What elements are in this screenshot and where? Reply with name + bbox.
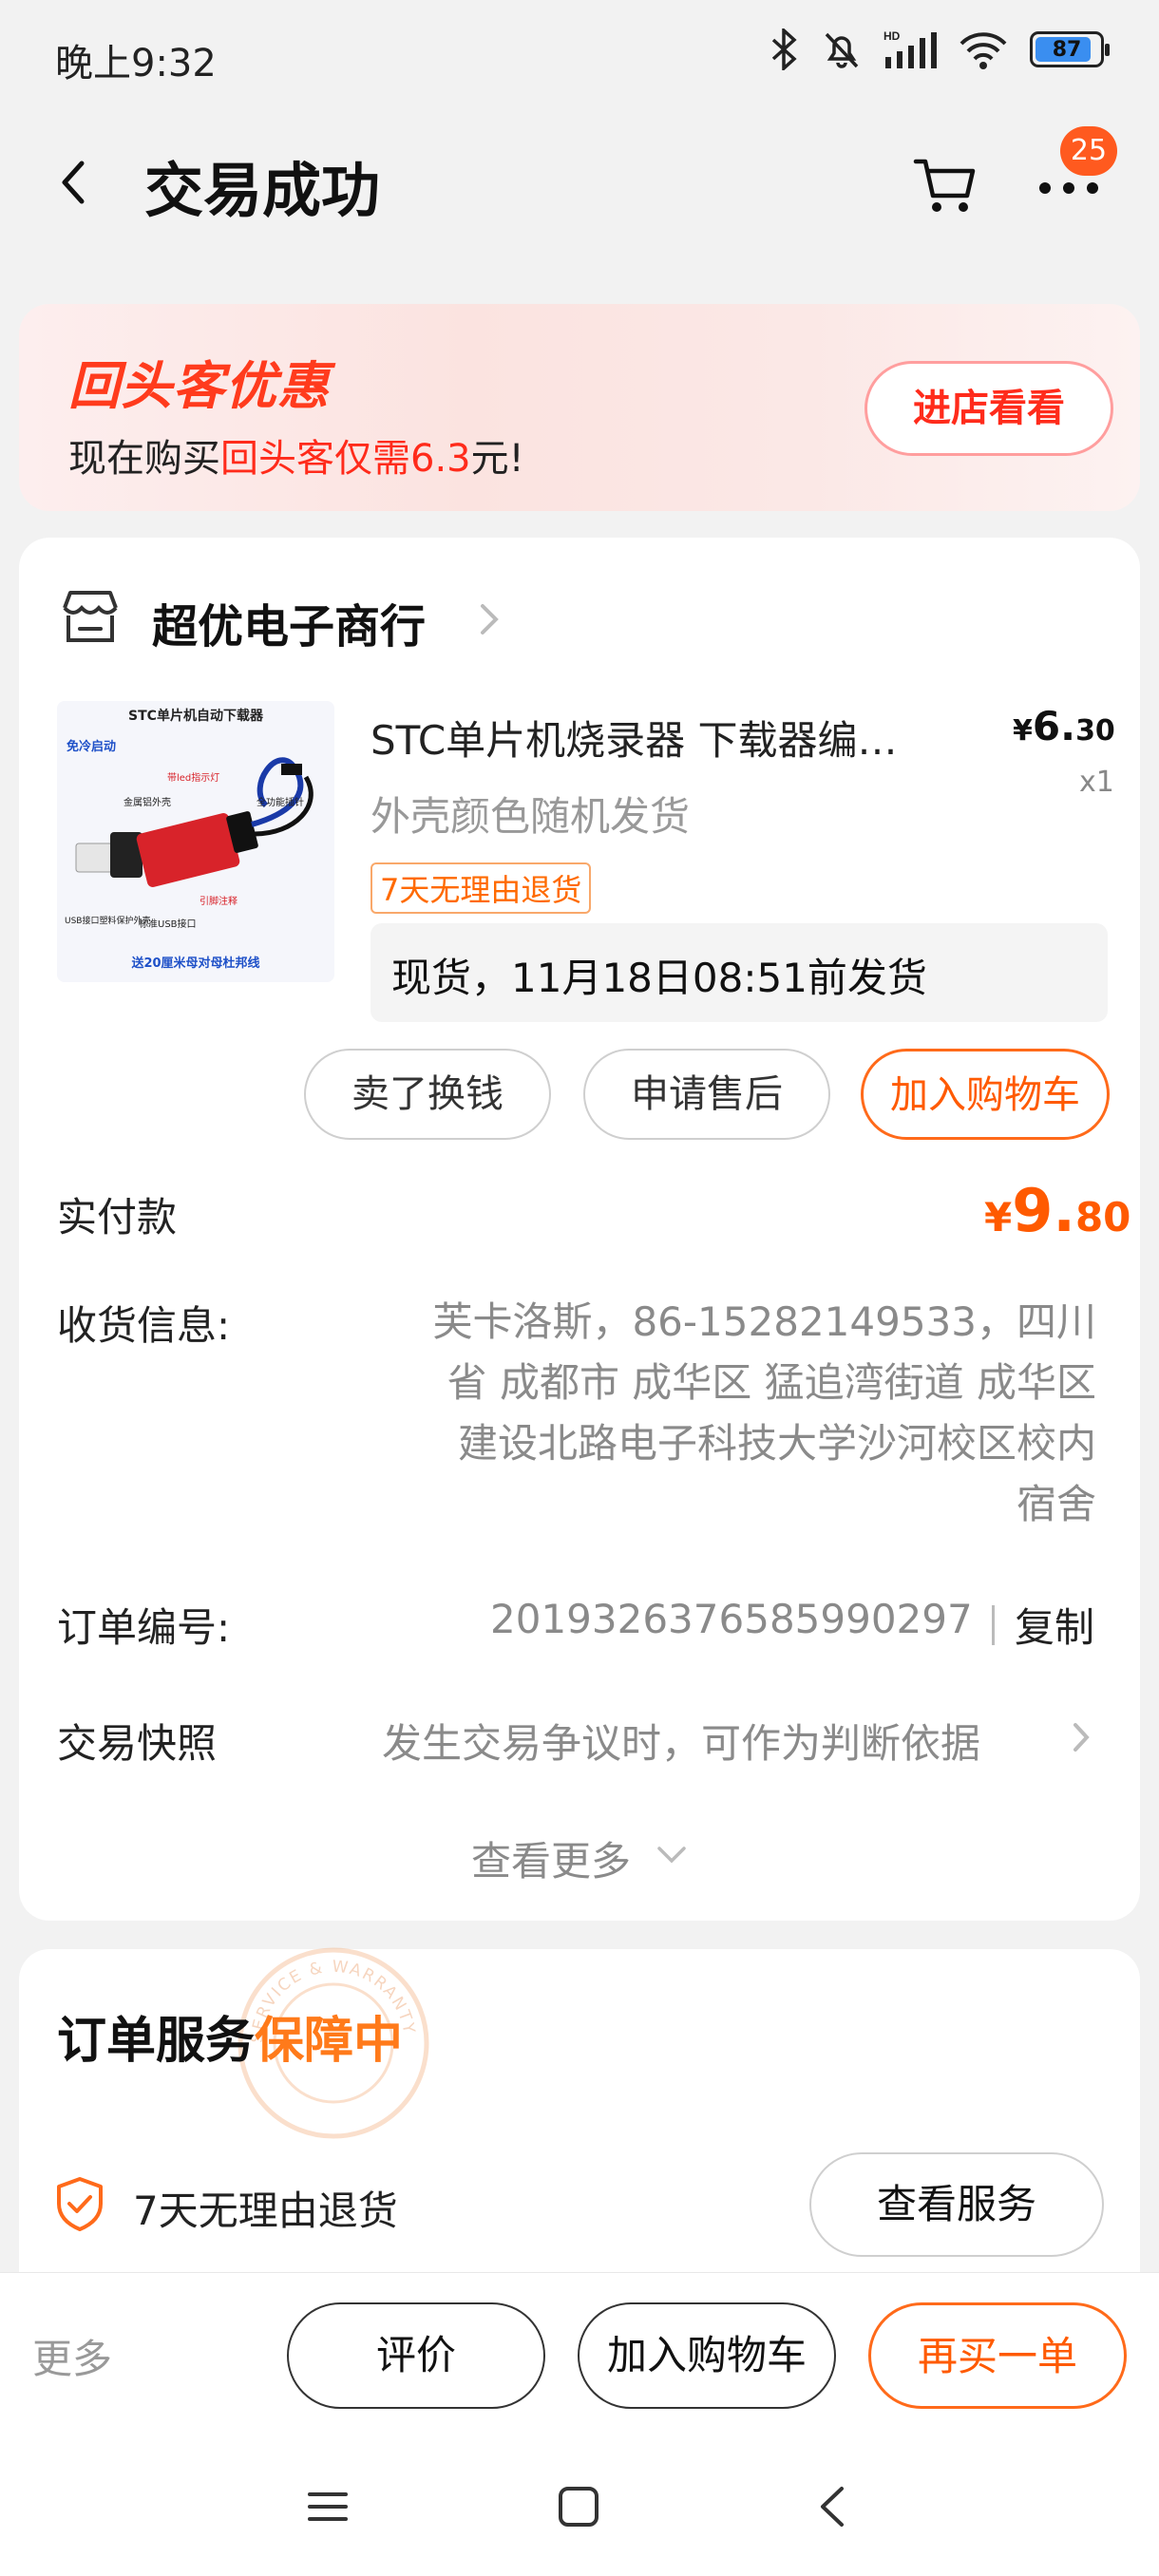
- store-icon: [63, 591, 118, 642]
- snapshot-label: 交易快照: [57, 1720, 218, 1767]
- chevron-down-icon[interactable]: [656, 1845, 688, 1866]
- back-icon[interactable]: [48, 154, 104, 211]
- page-title: 交易成功: [144, 156, 381, 225]
- see-more-button[interactable]: 查看更多: [471, 1829, 631, 1887]
- service-title-prefix: 订单服务: [57, 2013, 256, 2070]
- address-line: 省 成都市 成华区 猛追湾街道 成华区: [446, 1359, 1096, 1406]
- address-line: 建设北路电子科技大学沙河校区校内: [457, 1420, 1096, 1467]
- product-price: ¥6.30: [1013, 703, 1115, 749]
- paid-amount-symbol: ¥: [984, 1194, 1013, 1241]
- battery-level: 87: [1052, 37, 1082, 62]
- more-button[interactable]: 更多: [32, 2327, 112, 2385]
- shield-check-icon: [57, 2177, 103, 2231]
- product-image[interactable]: STC单片机自动下载器 免冷启动 带led指示灯 金属铝外壳 全功能插针 USB…: [57, 701, 334, 982]
- shipping-address-label: 收货信息:: [57, 1302, 231, 1349]
- paid-amount-decimal: 80: [1074, 1194, 1131, 1241]
- mute-bell-icon: [825, 32, 859, 68]
- battery-icon: 87: [1030, 31, 1110, 67]
- image-cable-note: 送20厘米母对母杜邦线: [130, 956, 259, 971]
- after-sale-button[interactable]: 申请售后: [583, 1049, 830, 1140]
- store-name[interactable]: 超优电子商行: [152, 589, 426, 655]
- promo-logo: 回头客优惠: [68, 356, 330, 416]
- visit-store-button[interactable]: 进店看看: [864, 361, 1113, 456]
- buy-again-button[interactable]: 再买一单: [868, 2302, 1127, 2409]
- product-price-decimal: 30: [1075, 714, 1115, 748]
- review-button[interactable]: 评价: [287, 2302, 545, 2409]
- product-price-symbol: ¥: [1013, 714, 1033, 748]
- service-status: 保障中: [255, 2013, 404, 2070]
- product-quantity: x1: [1079, 766, 1114, 799]
- usb-programmer-illustration: STC单片机自动下载器 免冷启动 带led指示灯 金属铝外壳 全功能插针 USB…: [57, 701, 334, 982]
- image-shell-note: 金属铝外壳: [124, 796, 171, 808]
- paid-amount: ¥9.80: [984, 1176, 1130, 1245]
- image-cold-start: 免冷启动: [66, 739, 116, 754]
- status-icons: HD 87: [768, 28, 1110, 70]
- wifi-icon: [960, 32, 1007, 69]
- paid-label: 实付款: [57, 1194, 178, 1241]
- promo-text: 现在购买回头客仅需6.3元!: [68, 427, 524, 483]
- menu-icon[interactable]: [306, 2485, 350, 2529]
- service-title: 订单服务保障中: [57, 2000, 403, 2072]
- product-sku: 外壳颜色随机发货: [370, 793, 691, 840]
- bottom-add-to-cart-button[interactable]: 加入购物车: [578, 2302, 836, 2409]
- view-service-button[interactable]: 查看服务: [809, 2152, 1104, 2257]
- image-heading: STC单片机自动下载器: [128, 708, 264, 724]
- address-line: 宿舍: [1016, 1481, 1096, 1527]
- image-usb-protect-note: USB接口塑料保护外壳: [65, 915, 150, 926]
- status-time: 晚上9:32: [55, 42, 217, 85]
- status-bar: 晚上9:32 HD 87: [0, 0, 1159, 114]
- chevron-right-icon[interactable]: [475, 598, 504, 640]
- image-led-note: 带led指示灯: [167, 771, 219, 784]
- svg-text:HD: HD: [884, 29, 901, 43]
- cart-icon[interactable]: [912, 152, 980, 220]
- image-pin-note: 全功能插针: [256, 796, 304, 808]
- divider: [992, 1605, 995, 1645]
- sell-button[interactable]: 卖了换钱: [304, 1049, 551, 1140]
- promo-text-prefix: 现在购买: [68, 437, 220, 481]
- signal-icon: HD: [884, 29, 937, 68]
- home-icon[interactable]: [557, 2485, 600, 2529]
- order-number: 2019326376585990297: [490, 1596, 973, 1642]
- product-price-int: 6.: [1032, 703, 1076, 749]
- product-title[interactable]: STC单片机烧录器 下载器编…: [370, 709, 960, 767]
- system-back-icon[interactable]: [813, 2483, 851, 2530]
- promo-text-suffix: 元!: [470, 437, 524, 481]
- promo-text-highlight: 回头客仅需6.3: [220, 437, 471, 481]
- paid-amount-int: 9.: [1012, 1176, 1075, 1245]
- return-policy-tag: 7天无理由退货: [370, 862, 592, 914]
- shipping-address[interactable]: 芙卡洛斯，86-15282149533，四川 省 成都市 成华区 猛追湾街道 成…: [390, 1292, 1096, 1535]
- order-number-label: 订单编号:: [57, 1604, 231, 1651]
- snapshot-link[interactable]: 发生交易争议时，可作为判断依据: [382, 1712, 980, 1770]
- address-line: 芙卡洛斯，86-15282149533，四川: [432, 1298, 1096, 1345]
- image-pin-label-note: 引脚注释: [200, 895, 238, 907]
- bluetooth-icon: [771, 28, 797, 70]
- image-std-usb-note: 标准USB接口: [139, 918, 197, 930]
- service-item: 7天无理由退货: [133, 2188, 398, 2234]
- add-to-cart-button[interactable]: 加入购物车: [861, 1049, 1110, 1140]
- chevron-right-icon[interactable]: [1068, 1717, 1094, 1757]
- message-badge: 25: [1060, 126, 1117, 176]
- copy-button[interactable]: 复制: [1015, 1596, 1094, 1654]
- shipping-info-text: 现货，11月18日08:51前发货: [391, 955, 927, 1001]
